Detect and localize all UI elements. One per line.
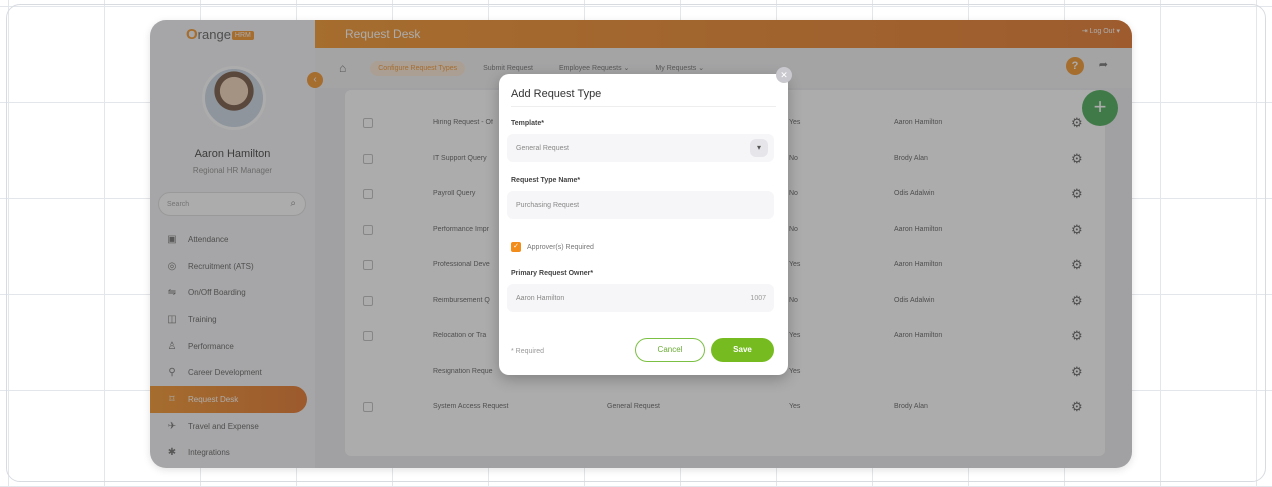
approver-required-label: Approver(s) Required [527, 243, 594, 251]
save-button[interactable]: Save [711, 338, 774, 362]
request-type-name-label: Request Type Name* [511, 177, 581, 184]
cancel-button[interactable]: Cancel [635, 338, 705, 362]
request-type-name-value: Purchasing Request [516, 202, 580, 209]
chevron-down-icon: ▾ [750, 139, 768, 157]
required-note: * Required [511, 348, 545, 355]
template-value: General Request [516, 145, 569, 152]
primary-owner-label: Primary Request Owner* [511, 270, 594, 277]
request-type-name-input[interactable]: Purchasing Request [507, 191, 774, 219]
primary-owner-value: Aaron Hamilton [516, 295, 565, 302]
template-label: Template* [511, 120, 544, 127]
add-request-type-dialog: ✕ Add Request Type Template* General Req… [499, 67, 792, 375]
app-window: Orange HRM Aaron Hamilton Regional HR Man… [150, 20, 1132, 468]
close-icon[interactable]: ✕ [776, 67, 792, 83]
primary-owner-input[interactable]: Aaron Hamilton 1007 [507, 284, 774, 312]
dialog-title: Add Request Type [511, 88, 602, 100]
checkmark-icon: ✓ [511, 242, 521, 252]
approver-required-checkbox[interactable]: ✓ Approver(s) Required [511, 242, 594, 252]
template-select[interactable]: General Request ▾ [507, 134, 774, 162]
employee-id: 1007 [750, 295, 766, 302]
divider [511, 106, 776, 107]
